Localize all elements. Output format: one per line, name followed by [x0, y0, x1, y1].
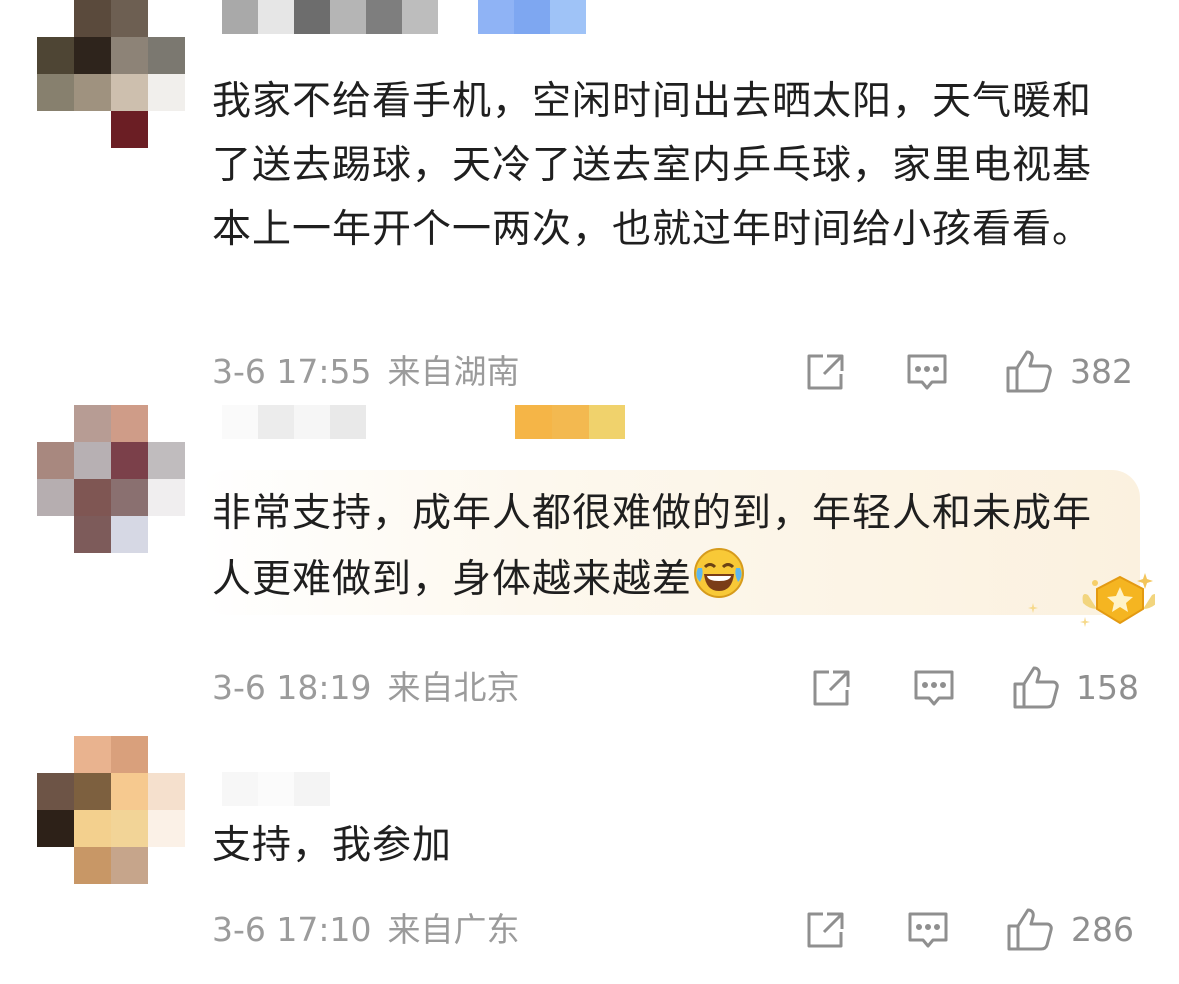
comment-item: 我家不给看手机，空闲时间出去晒太阳，天气暖和了送去踢球，天冷了送去室内乒乓球，家… [0, 0, 1179, 400]
star-badge-icon [1025, 565, 1158, 639]
share-icon[interactable] [805, 352, 847, 392]
comment-date: 3-6 17:55 [212, 352, 372, 391]
comment-location: 来自北京 [387, 668, 520, 707]
avatar[interactable] [37, 0, 185, 148]
comment-date: 3-6 18:19 [212, 668, 372, 707]
comment-location: 来自广东 [387, 910, 520, 949]
avatar[interactable] [37, 405, 185, 553]
comment-icon[interactable] [913, 668, 955, 710]
comment-text-content: 非常支持，成年人都很难做的到，年轻人和未成年人更难做到，身体越来越差 [212, 491, 1093, 602]
comment-date: 3-6 17:10 [212, 910, 372, 949]
like-count: 382 [1070, 352, 1133, 391]
comment-meta: 3-6 17:55 来自湖南 [212, 352, 520, 392]
comment-text: 我家不给看手机，空闲时间出去晒太阳，天气暖和了送去踢球，天冷了送去室内乒乓球，家… [212, 79, 1093, 252]
like-count: 158 [1076, 668, 1139, 707]
comment-text: 非常支持，成年人都很难做的到，年轻人和未成年人更难做到，身体越来越差 [212, 482, 1112, 620]
comment-icon[interactable] [906, 352, 948, 394]
thumb-up-icon[interactable] [1006, 906, 1054, 952]
comment-icon[interactable] [907, 910, 949, 952]
comment-location: 来自湖南 [387, 352, 520, 391]
share-icon[interactable] [805, 910, 847, 950]
comment-meta: 3-6 17:10 来自广东 [212, 910, 520, 950]
comment-meta: 3-6 18:19 来自北京 [212, 668, 520, 708]
laugh-cry-emoji [692, 546, 746, 620]
avatar[interactable] [37, 736, 185, 884]
share-icon[interactable] [811, 668, 853, 708]
thumb-up-icon[interactable] [1005, 348, 1053, 394]
comment-text: 支持，我参加 [212, 823, 453, 868]
like-count: 286 [1071, 910, 1134, 949]
thumb-up-icon[interactable] [1012, 664, 1060, 710]
